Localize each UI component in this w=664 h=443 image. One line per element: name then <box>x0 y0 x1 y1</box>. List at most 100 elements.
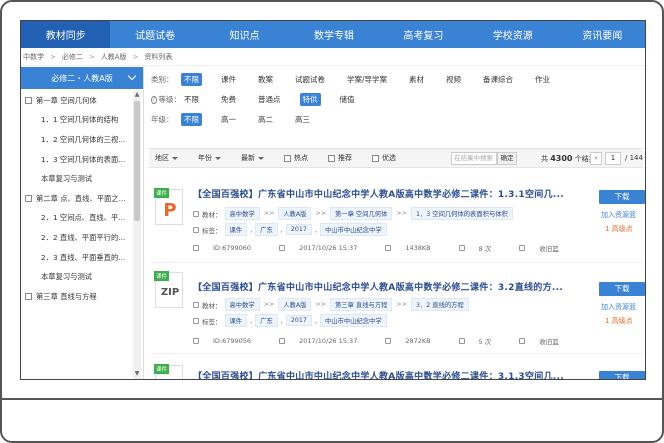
breadcrumb-subject[interactable]: 中数学 <box>23 52 44 62</box>
sidebar-item[interactable]: 第一章 空间几何体 <box>21 91 131 111</box>
sidebar-item[interactable]: 2．3 直线、平面垂直的... <box>21 248 131 268</box>
download-button[interactable]: 下载 <box>599 282 645 296</box>
star-icon <box>519 338 526 344</box>
sidebar-item[interactable]: 本章复习与测试 <box>21 267 131 287</box>
textbook-tag[interactable]: 第一章 空间几何体 <box>330 207 393 220</box>
breadcrumb-sep: > <box>132 52 139 61</box>
textbook-tag[interactable]: 高中数学 <box>224 298 260 311</box>
prev-page-button[interactable]: ‹ <box>590 152 602 165</box>
sidebar-item[interactable]: 1．3 空间几何体的表面... <box>21 150 131 170</box>
nav-item-news[interactable]: 资讯要闻 <box>558 21 645 48</box>
sidebar-header[interactable]: 必修二・人教A版 <box>21 67 143 89</box>
nav-item-knowledge[interactable]: 知识点 <box>200 21 289 48</box>
points-cost: 1 高级点 <box>605 225 633 233</box>
tag-icon <box>193 317 199 324</box>
textbook-tag[interactable]: 人教A版 <box>278 207 312 220</box>
page-total: / 144 <box>625 154 643 162</box>
result-search-button[interactable]: 确定 <box>497 152 517 165</box>
result-search-input[interactable]: 在结果中搜索 <box>451 152 497 165</box>
breadcrumb-sep: > <box>50 52 56 61</box>
page-input[interactable]: 1 <box>605 152 621 165</box>
textbook-line: 教材： 高中数学 >> 人教A版 >> 第三章 直线与方程 >> 3．2 直线的方程 <box>193 298 472 311</box>
sidebar-item[interactable]: 1．2 空间几何体的三视... <box>21 130 131 150</box>
filter-option[interactable]: 不限 <box>181 73 202 86</box>
sidebar-item[interactable]: 2．2 直线、平面平行的... <box>21 228 131 248</box>
tag[interactable]: 广东 <box>255 223 278 236</box>
textbook-tag[interactable]: 第三章 直线与方程 <box>330 298 393 311</box>
scroll-up-icon[interactable]: ▲ <box>134 92 140 98</box>
sidebar-item-label: 第一章 空间几何体 <box>36 95 97 105</box>
nav-item-exams[interactable]: 试题试卷 <box>110 21 199 48</box>
filter-option[interactable]: 高二 <box>255 113 276 126</box>
sidebar-item[interactable]: 2．1 空间点、直线、平... <box>21 209 131 229</box>
result-title[interactable]: 【全国百强校】广东省中山市中山纪念中学人教A版高中数学必修二课件：1.3.1空间… <box>193 187 564 200</box>
download-button[interactable]: 下载 <box>599 190 645 204</box>
filter-option[interactable]: 课件 <box>218 73 239 86</box>
check-best[interactable]: 优选 <box>372 153 396 163</box>
filter-option[interactable]: 储值 <box>337 93 358 106</box>
sort-region[interactable]: 地区 <box>155 153 178 163</box>
filter-option[interactable]: 视频 <box>443 73 464 86</box>
sidebar-item[interactable]: 1．1 空间几何体的结构 <box>21 111 131 131</box>
textbook-tag[interactable]: 高中数学 <box>224 207 260 220</box>
filter-option[interactable]: 高三 <box>292 113 313 126</box>
sidebar-item-label: 第三章 直线与方程 <box>36 291 97 301</box>
add-to-basket-link[interactable]: 加入资源篮 <box>601 210 636 220</box>
nav-item-math-album[interactable]: 数学专辑 <box>289 21 378 48</box>
tag[interactable]: 2017 <box>285 224 312 235</box>
filter-option[interactable]: 作业 <box>532 73 553 86</box>
breadcrumb-book[interactable]: 必修二 <box>62 52 83 62</box>
help-icon[interactable]: ? <box>151 95 157 104</box>
nav-item-school[interactable]: 学校资源 <box>468 21 557 48</box>
filter-option[interactable]: 学案/导学案 <box>344 73 390 86</box>
result-time: 2017/10/26 15:37 <box>279 244 371 252</box>
scrollbar-thumb[interactable] <box>134 101 140 221</box>
ppt-file-icon[interactable]: 课件 P <box>154 188 183 225</box>
download-button[interactable]: 下载 <box>599 371 645 379</box>
filter-option[interactable]: 普通点 <box>255 93 284 106</box>
filter-option[interactable]: 教案 <box>255 73 276 86</box>
textbook-tag[interactable]: 1．3 空间几何体的表面积与体积 <box>410 207 513 220</box>
filter-option[interactable]: 备课综合 <box>480 73 516 86</box>
clock-icon <box>279 338 286 344</box>
check-hot[interactable]: 热点 <box>284 153 308 163</box>
result-title[interactable]: 【全国百强校】广东省中山市中山纪念中学人教A版高中数学必修二课件：3.2直线的方… <box>193 280 563 293</box>
frame-divider <box>2 398 662 400</box>
breadcrumb-edition[interactable]: 人教A版 <box>101 52 127 62</box>
tag[interactable]: 2017 <box>285 315 312 326</box>
tag[interactable]: 中山市中山纪念中学 <box>319 314 387 327</box>
tag[interactable]: 课件 <box>224 223 248 236</box>
tag-icon <box>193 226 199 233</box>
tag[interactable]: 中山市中山纪念中学 <box>319 223 387 236</box>
tag[interactable]: 广东 <box>255 314 278 327</box>
checkbox <box>328 154 335 162</box>
file-icon[interactable]: 课件 <box>154 364 183 379</box>
textbook-tag[interactable]: 人教A版 <box>278 298 312 311</box>
result-fav[interactable]: 收旧篮 <box>519 336 573 346</box>
filter-option[interactable]: 免费 <box>218 93 239 106</box>
check-recommend[interactable]: 推荐 <box>328 153 352 163</box>
sidebar-item[interactable]: 本章复习与测试 <box>21 169 131 189</box>
filter-row-level: ? 等级： 不限 免费 普通点 特供 储值 <box>151 93 374 106</box>
filter-option[interactable]: 试题试卷 <box>292 73 328 86</box>
filter-option[interactable]: 不限 <box>181 93 202 106</box>
scroll-down-icon[interactable]: ▼ <box>134 371 140 377</box>
filter-option[interactable]: 高一 <box>218 113 239 126</box>
nav-item-textbook[interactable]: 教材同步 <box>21 21 111 48</box>
tag[interactable]: 课件 <box>224 314 248 327</box>
nav-item-gaokao[interactable]: 高考复习 <box>379 21 468 48</box>
zip-file-icon[interactable]: 课件 ZIP <box>154 271 183 308</box>
sidebar-item[interactable]: 第三章 直线与方程 <box>21 287 131 307</box>
sidebar-item-label: 2．2 直线、平面平行的... <box>41 232 126 242</box>
filter-option[interactable]: 不限 <box>181 113 202 126</box>
textbook-tag[interactable]: 3．2 直线的方程 <box>410 298 469 311</box>
sidebar-item-label: 1．3 空间几何体的表面... <box>41 154 126 164</box>
sort-year[interactable]: 年份 <box>198 153 221 163</box>
filter-option[interactable]: 特供 <box>299 93 321 106</box>
filter-option[interactable]: 素材 <box>406 73 427 86</box>
result-title[interactable]: 【全国百强校】广东省中山市中山纪念中学人教A版高中数学必修二课件：3.1.3空间… <box>193 369 564 379</box>
sidebar-item[interactable]: 第二章 点、直线、平面之... <box>21 189 131 209</box>
result-fav[interactable]: 收旧篮 <box>519 243 573 253</box>
add-to-basket-link[interactable]: 加入资源篮 <box>601 302 636 312</box>
sort-latest[interactable]: 最新 <box>241 153 264 163</box>
